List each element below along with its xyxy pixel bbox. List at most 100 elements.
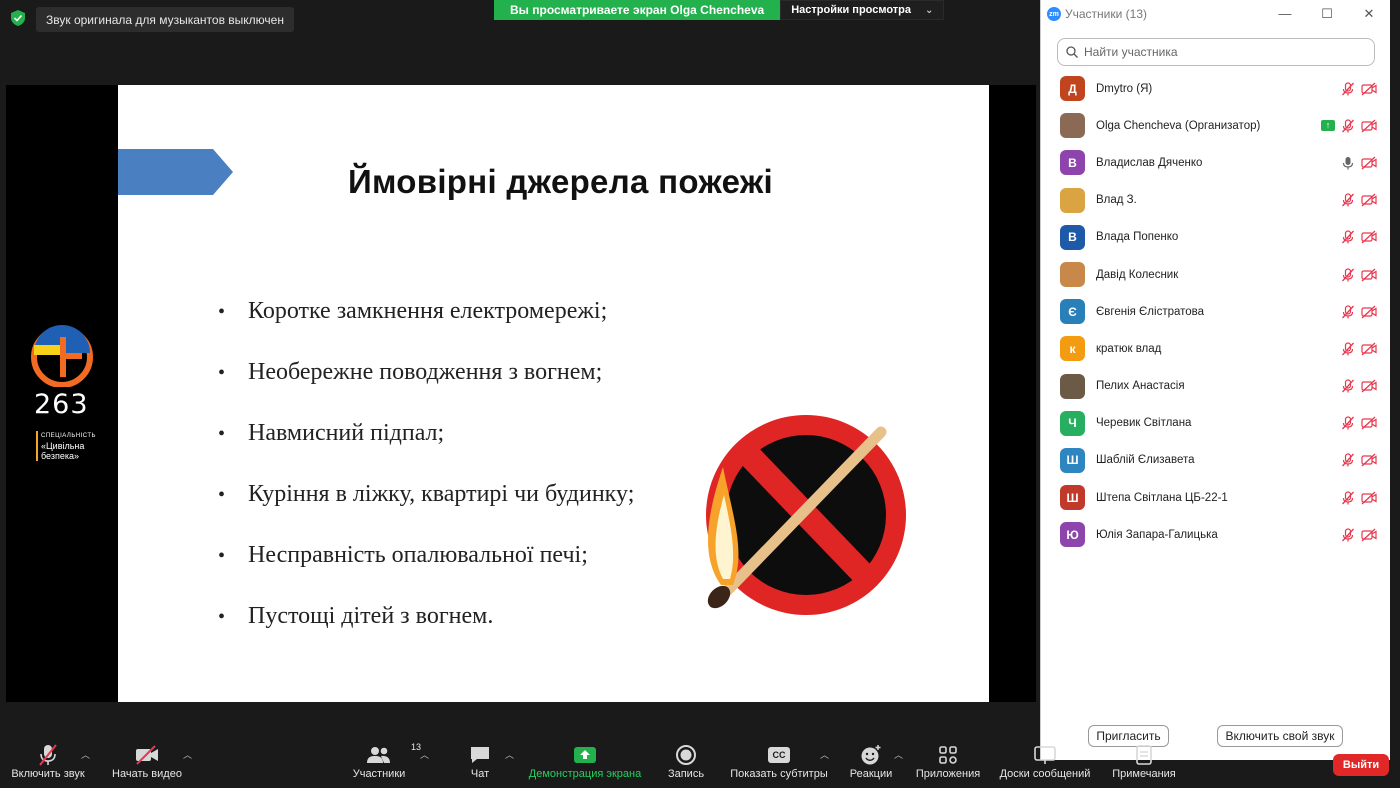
apps-toolbar-button[interactable]: Приложения (915, 740, 981, 780)
participant-row[interactable]: В Владислав Дяченко (1041, 144, 1391, 181)
avatar (1060, 187, 1085, 213)
search-input[interactable] (1084, 45, 1344, 59)
participant-row[interactable]: Ш Шаблій Єлизавета (1041, 442, 1391, 479)
participant-row[interactable]: Пелих Анастасія (1041, 368, 1391, 405)
meeting-toolbar: ︿ Включить звук ︿ Начать видео 13 ︿ Учас… (0, 740, 1400, 788)
avatar: Ю (1060, 522, 1085, 548)
notes-icon (1136, 745, 1152, 765)
security-shield-icon[interactable] (8, 8, 28, 28)
participant-name: Влада Попенко (1096, 231, 1179, 244)
video-off-icon[interactable] (1361, 156, 1377, 170)
mic-muted-icon[interactable] (1341, 416, 1355, 430)
participant-row[interactable]: Ч Черевик Світлана (1041, 405, 1391, 442)
close-icon[interactable]: ✕ (1348, 6, 1390, 22)
participants-panel: zm Участники (13) — ☐ ✕ Д Dmytro (Я) Olga … (1040, 0, 1390, 760)
video-off-icon[interactable] (1361, 119, 1377, 133)
avatar: Ш (1060, 485, 1085, 511)
captions-toolbar-button[interactable]: CC ︿ Показать субтитры (730, 740, 829, 780)
video-off-icon[interactable] (1361, 528, 1377, 542)
mic-muted-icon[interactable] (1341, 379, 1355, 393)
participant-status-icons (1341, 416, 1391, 430)
participant-row[interactable]: Влад З. (1041, 182, 1391, 219)
participant-status-icons (1341, 81, 1391, 96)
mic-muted-icon[interactable] (1341, 528, 1355, 542)
avatar (1060, 262, 1085, 288)
participant-status-icons: ↑ (1321, 119, 1391, 133)
video-off-icon[interactable] (1361, 379, 1377, 393)
participant-name: Давід Колесник (1096, 268, 1179, 281)
minimize-icon[interactable]: — (1264, 6, 1306, 22)
video-off-icon (136, 745, 158, 765)
slide-bullet-list: • Коротке замкнення електромережі; • Необе… (218, 298, 634, 664)
avatar: Д (1060, 76, 1085, 102)
participant-row[interactable]: Olga Chencheva (Организатор) ↑ (1041, 107, 1391, 144)
reactions-smiley-icon (861, 745, 881, 765)
participant-name: Владислав Дяченко (1096, 156, 1203, 169)
participant-row[interactable]: Ю Юлія Запара-Галицька (1041, 516, 1391, 553)
mic-muted-icon[interactable] (1341, 230, 1355, 244)
slide-bullet: • Пустощі дітей з вогнем. (218, 603, 494, 629)
notes-toolbar-button[interactable]: Примечания (1110, 740, 1178, 780)
whiteboard-icon (1034, 746, 1056, 764)
specialty-logo: 263 СПЕЦІАЛЬНІСТЬ «Цивільна безпека» (14, 323, 110, 473)
avatar (1060, 373, 1085, 399)
chat-toolbar-button[interactable]: ︿ Чат (466, 740, 514, 780)
viewing-screen-label: Вы просматриваете экран Olga Chencheva (494, 0, 781, 20)
chevron-up-icon[interactable]: ︿ (820, 748, 829, 761)
video-off-icon[interactable] (1361, 305, 1377, 319)
chevron-up-icon[interactable]: ︿ (505, 748, 514, 761)
participant-status-icons (1341, 528, 1391, 542)
chevron-up-icon[interactable]: ︿ (420, 748, 429, 761)
participant-name: Olga Chencheva (Организатор) (1096, 119, 1261, 132)
slide-bullet: • Куріння в ліжку, квартирі чи будинку; (218, 481, 635, 507)
participant-row[interactable]: В Влада Попенко (1041, 219, 1391, 256)
mic-muted-icon[interactable] (1341, 267, 1355, 282)
apps-grid-icon (939, 746, 957, 764)
participant-row[interactable]: Давід Колесник (1041, 256, 1391, 293)
chevron-up-icon[interactable]: ︿ (183, 748, 192, 761)
video-off-icon[interactable] (1361, 342, 1377, 356)
avatar: к (1060, 336, 1085, 362)
mic-muted-icon[interactable] (1341, 305, 1355, 319)
video-off-icon[interactable] (1361, 268, 1377, 282)
view-options-dropdown[interactable]: Настройки просмотра ⌄ (780, 0, 945, 20)
mic-muted-icon[interactable] (1341, 119, 1355, 133)
chevron-down-icon: ⌄ (925, 4, 934, 16)
record-toolbar-button[interactable]: Запись (667, 740, 705, 780)
participant-row[interactable]: Ш Штепа Світлана ЦБ-22-1 (1041, 479, 1391, 516)
participant-row[interactable]: Д Dmytro (Я) (1041, 70, 1391, 107)
mic-muted-icon[interactable] (1341, 81, 1355, 96)
maximize-icon[interactable]: ☐ (1306, 6, 1348, 22)
mic-muted-icon[interactable] (1341, 453, 1355, 467)
video-off-icon[interactable] (1361, 230, 1377, 244)
participant-name: Влад З. (1096, 194, 1137, 207)
video-off-icon[interactable] (1361, 453, 1377, 467)
chevron-up-icon[interactable]: ︿ (894, 748, 903, 761)
video-off-icon[interactable] (1361, 82, 1377, 96)
video-off-icon[interactable] (1361, 416, 1377, 430)
whiteboards-toolbar-button[interactable]: Доски сообщений (997, 740, 1093, 780)
mic-on-icon[interactable] (1341, 156, 1355, 170)
participant-name: Юлія Запара-Галицька (1096, 528, 1218, 541)
slide-bullet: • Несправність опалювальної печі; (218, 542, 588, 568)
logo-caption-line2: безпека» (41, 451, 80, 461)
start-video-toolbar-button[interactable]: ︿ Начать видео (110, 740, 192, 780)
participant-search[interactable] (1057, 38, 1375, 66)
unmute-toolbar-button[interactable]: ︿ Включить звук (8, 740, 90, 780)
slide-title: Ймовірні джерела пожежі (348, 163, 773, 200)
reactions-toolbar-button[interactable]: ︿ Реакции (849, 740, 903, 780)
participant-status-icons (1341, 193, 1391, 207)
participant-name: кратюк влад (1096, 342, 1162, 355)
mic-muted-icon[interactable] (1341, 342, 1355, 356)
chevron-up-icon[interactable]: ︿ (81, 748, 90, 761)
share-screen-toolbar-button[interactable]: Демонстрация экрана (528, 740, 642, 780)
view-options-label: Настройки просмотра (791, 4, 912, 16)
mic-muted-icon[interactable] (1341, 491, 1355, 505)
video-off-icon[interactable] (1361, 491, 1377, 505)
mic-muted-icon[interactable] (1341, 193, 1355, 207)
video-off-icon[interactable] (1361, 193, 1377, 207)
participant-name: Пелих Анастасія (1096, 380, 1185, 393)
participants-toolbar-button[interactable]: 13 ︿ Участники (351, 740, 429, 780)
participant-row[interactable]: к кратюк влад (1041, 330, 1391, 367)
participant-row[interactable]: Є Євгенія Єлістратова (1041, 293, 1391, 330)
